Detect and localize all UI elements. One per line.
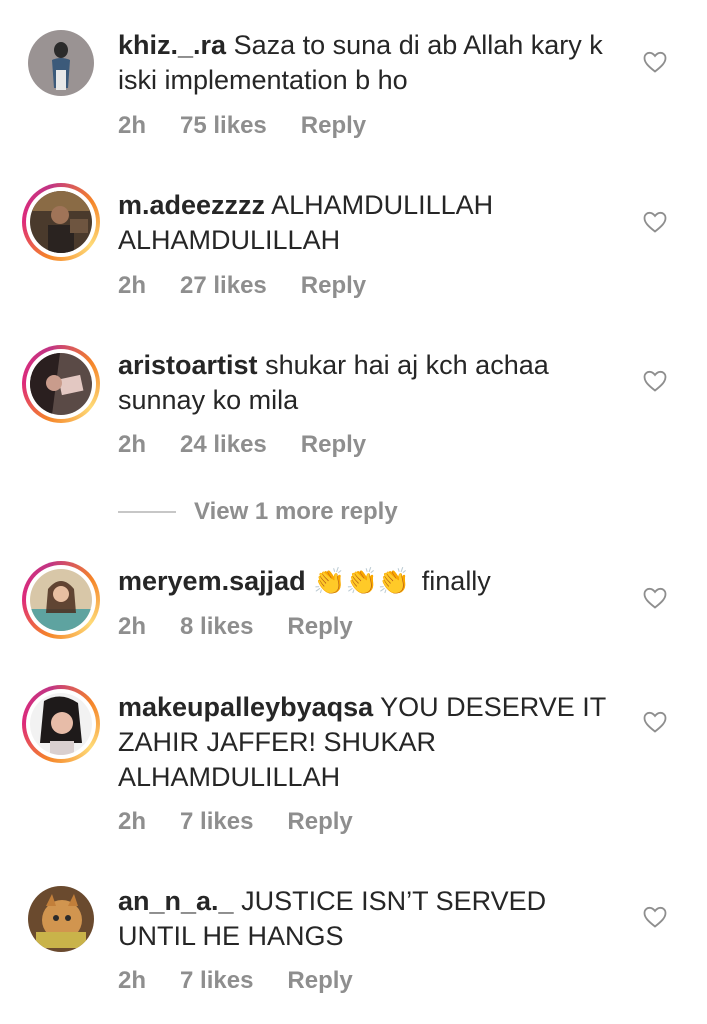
comment-time: 2h bbox=[118, 808, 147, 835]
reply-thread-divider bbox=[118, 511, 176, 513]
reply-button[interactable]: Reply bbox=[301, 272, 366, 299]
comment-text: m.adeezzzz ALHAMDULILLAH ALHAMDULILLAH bbox=[118, 188, 618, 258]
comment-text: makeupalleybyaqsa YOU DESERVE IT ZAHIR J… bbox=[118, 690, 618, 795]
comment-username[interactable]: khiz._.ra bbox=[118, 30, 226, 60]
comment-username[interactable]: an_n_a._ bbox=[118, 886, 234, 916]
comment-likes[interactable]: 27 likes bbox=[180, 272, 267, 299]
avatar[interactable] bbox=[28, 886, 94, 952]
comment-username[interactable]: m.adeezzzz bbox=[118, 190, 265, 220]
avatar[interactable] bbox=[22, 561, 100, 639]
avatar[interactable] bbox=[28, 30, 94, 96]
comment-meta: 2h 75 likes Reply bbox=[118, 112, 400, 140]
avatar[interactable] bbox=[22, 183, 100, 261]
view-more-replies-label: View 1 more reply bbox=[194, 498, 398, 525]
comment-time: 2h bbox=[118, 967, 147, 994]
comment-text: an_n_a._ JUSTICE ISN’T SERVED UNTIL HE H… bbox=[118, 884, 618, 954]
view-more-replies-button[interactable]: View 1 more reply bbox=[118, 496, 398, 528]
comment-meta: 2h 27 likes Reply bbox=[118, 272, 400, 300]
reply-button[interactable]: Reply bbox=[287, 967, 352, 994]
comment-likes[interactable]: 8 likes bbox=[180, 613, 253, 640]
comment-text: aristoartist shukar hai aj kch achaa sun… bbox=[118, 348, 618, 418]
comment-username[interactable]: makeupalleybyaqsa bbox=[118, 692, 373, 722]
reply-button[interactable]: Reply bbox=[287, 808, 352, 835]
heart-icon[interactable] bbox=[643, 370, 667, 392]
comment-body: finally bbox=[421, 566, 491, 596]
comment-time: 2h bbox=[118, 272, 147, 299]
comment-likes[interactable]: 75 likes bbox=[180, 112, 267, 139]
heart-icon[interactable] bbox=[643, 906, 667, 928]
heart-icon[interactable] bbox=[643, 51, 667, 73]
comment-likes[interactable]: 7 likes bbox=[180, 808, 253, 835]
avatar[interactable] bbox=[22, 685, 100, 763]
comment-time: 2h bbox=[118, 431, 147, 458]
reply-button[interactable]: Reply bbox=[287, 613, 352, 640]
comment-username[interactable]: meryem.sajjad bbox=[118, 566, 306, 596]
avatar[interactable] bbox=[22, 345, 100, 423]
comment-meta: 2h 7 likes Reply bbox=[118, 967, 387, 995]
reply-button[interactable]: Reply bbox=[301, 112, 366, 139]
comment-meta: 2h 7 likes Reply bbox=[118, 808, 387, 836]
comment-text: meryem.sajjad 👏👏👏 finally bbox=[118, 564, 618, 599]
comment-likes[interactable]: 24 likes bbox=[180, 431, 267, 458]
comment-meta: 2h 24 likes Reply bbox=[118, 431, 400, 459]
comment-meta: 2h 8 likes Reply bbox=[118, 613, 387, 641]
heart-icon[interactable] bbox=[643, 587, 667, 609]
heart-icon[interactable] bbox=[643, 711, 667, 733]
comment-time: 2h bbox=[118, 613, 147, 640]
comment-likes[interactable]: 7 likes bbox=[180, 967, 253, 994]
reply-button[interactable]: Reply bbox=[301, 431, 366, 458]
comment-time: 2h bbox=[118, 112, 147, 139]
comment-text: khiz._.ra Saza to suna di ab Allah kary … bbox=[118, 28, 618, 98]
comment-username[interactable]: aristoartist bbox=[118, 350, 258, 380]
heart-icon[interactable] bbox=[643, 211, 667, 233]
clapping-hands-emoji: 👏👏👏 bbox=[313, 566, 411, 596]
